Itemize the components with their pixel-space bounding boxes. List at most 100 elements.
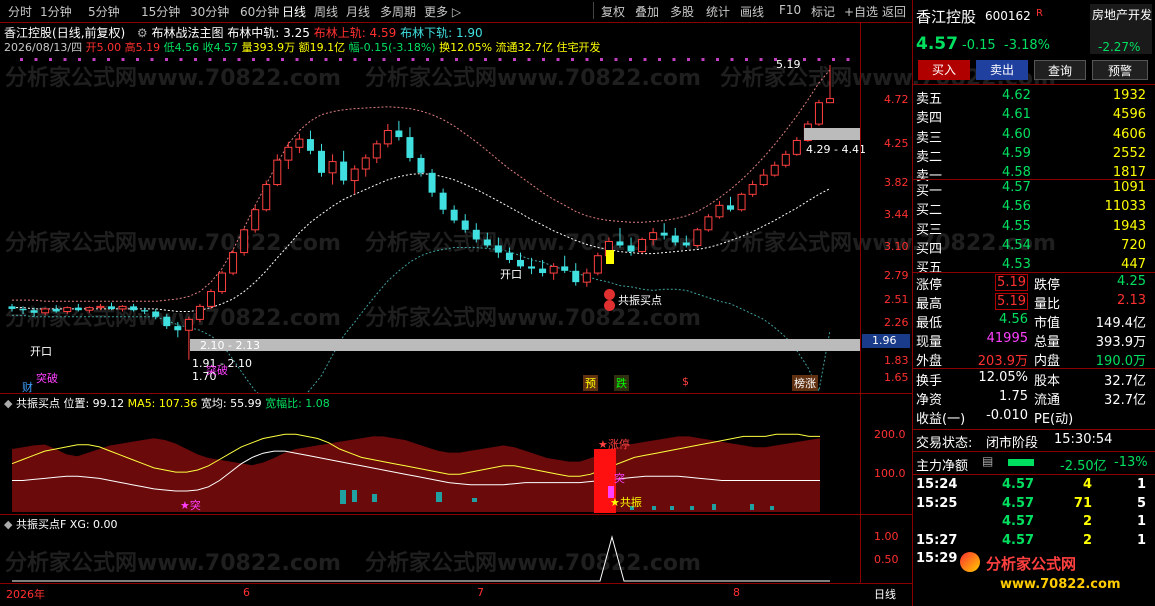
top-signal-dot bbox=[672, 58, 676, 61]
ask-row[interactable]: 卖四 4.61 4596 bbox=[916, 107, 1152, 126]
price-axis-label: 3.82 bbox=[884, 176, 909, 189]
candle-body bbox=[593, 255, 602, 274]
toolbar-button[interactable]: 返回 bbox=[882, 3, 906, 20]
sub2-chart[interactable] bbox=[0, 515, 860, 583]
candle-body bbox=[163, 316, 171, 327]
period-tab[interactable]: 30分钟 bbox=[190, 3, 229, 20]
range-top-label: 4.29 - 4.41 bbox=[806, 143, 866, 156]
bid-row[interactable]: 买三 4.55 1943 bbox=[916, 219, 1152, 238]
toolbar-button[interactable]: 多股 bbox=[670, 3, 694, 20]
tag-s: $ bbox=[682, 375, 689, 388]
stat-value: 5.19 bbox=[995, 274, 1028, 291]
tick-time: 15:24 bbox=[916, 477, 958, 492]
period-tab[interactable]: 分时 bbox=[8, 3, 32, 20]
period-tab[interactable]: 60分钟 bbox=[240, 3, 279, 20]
sell-button[interactable]: 卖出 bbox=[976, 60, 1028, 80]
candle-body bbox=[174, 326, 182, 331]
stat-value: 149.4亿 bbox=[1095, 316, 1146, 331]
stat-label: PE(动) bbox=[1034, 412, 1074, 427]
list-icon[interactable]: ▤ bbox=[982, 454, 993, 468]
toolbar-button[interactable]: +自选 bbox=[844, 3, 878, 20]
candle-body bbox=[240, 229, 249, 254]
top-signal-dot bbox=[832, 58, 835, 61]
ask-row[interactable]: 卖五 4.62 1932 bbox=[916, 88, 1152, 107]
period-tab[interactable]: 月线 bbox=[346, 3, 370, 20]
tick-count: 1 bbox=[1136, 514, 1146, 529]
width-bar bbox=[340, 490, 346, 504]
sector-name: 房地产开发 bbox=[1092, 8, 1153, 22]
ask-volume: 4596 bbox=[1112, 107, 1146, 123]
price-axis-label: 4.25 bbox=[884, 137, 909, 150]
period-tab[interactable]: 5分钟 bbox=[88, 3, 120, 20]
stat-value: 4.25 bbox=[1117, 274, 1146, 289]
quote-pct: -3.18% bbox=[1004, 38, 1050, 53]
top-signal-dot bbox=[556, 58, 560, 61]
candle-body bbox=[372, 143, 381, 159]
toolbar-button[interactable]: F10 bbox=[779, 3, 801, 17]
sub2-axis-label: 0.50 bbox=[874, 553, 899, 566]
kaikou-label: 开口 bbox=[500, 268, 522, 281]
tick-price: 4.57 bbox=[1002, 477, 1035, 492]
top-signal-dot bbox=[223, 58, 226, 61]
query-button[interactable]: 查询 bbox=[1034, 60, 1086, 80]
alert-button[interactable]: 预警 bbox=[1092, 60, 1148, 80]
candle-body bbox=[737, 193, 746, 211]
toolbar-button[interactable]: 标记 bbox=[811, 3, 835, 20]
candle-body bbox=[781, 153, 790, 166]
toolbar-button[interactable]: 复权 bbox=[601, 3, 625, 20]
top-signal-dot bbox=[455, 58, 458, 61]
price-axis-label: 3.44 bbox=[884, 208, 909, 221]
top-signal-dot bbox=[643, 58, 647, 61]
candle-body bbox=[638, 238, 647, 253]
candle-body bbox=[505, 252, 513, 260]
candle-body bbox=[494, 245, 502, 253]
toolbar-button[interactable]: 画线 bbox=[740, 3, 764, 20]
ask-volume: 4606 bbox=[1112, 126, 1146, 142]
candle-body bbox=[383, 129, 392, 145]
tag-yu: 预 bbox=[583, 375, 598, 391]
candle-body bbox=[704, 216, 713, 231]
period-tab[interactable]: 1分钟 bbox=[40, 3, 72, 20]
more-periods-button[interactable]: 更多 ▷ bbox=[424, 3, 461, 20]
quote-stock-code: 600162 bbox=[985, 9, 1031, 23]
bid-row[interactable]: 买四 4.54 720 bbox=[916, 237, 1152, 257]
width-area bbox=[12, 436, 820, 512]
width-bar bbox=[690, 506, 694, 510]
top-signal-dot bbox=[687, 58, 690, 61]
candle-body bbox=[549, 265, 558, 274]
stat-label: 净资 bbox=[916, 393, 943, 408]
tag-zhangting: 榜涨 bbox=[792, 375, 818, 391]
ask-row[interactable]: 卖三 4.60 4606 bbox=[916, 126, 1152, 146]
signal-dot-icon bbox=[604, 289, 615, 300]
stat-label: 总量 bbox=[1034, 335, 1061, 350]
quote-change: -0.15 bbox=[962, 38, 996, 53]
toolbar-button[interactable]: 叠加 bbox=[635, 3, 659, 20]
bid-row[interactable]: 买一 4.57 1091 bbox=[916, 180, 1152, 199]
bid-volume: 447 bbox=[1121, 257, 1146, 273]
candle-body bbox=[295, 138, 304, 148]
candle-body bbox=[660, 232, 668, 236]
tick-row: 15:24 4.57 4 1 bbox=[916, 477, 1152, 495]
period-tab[interactable]: 周线 bbox=[314, 3, 338, 20]
width-bar bbox=[750, 504, 754, 510]
candle-body bbox=[141, 310, 149, 312]
period-tab[interactable]: 15分钟 bbox=[141, 3, 180, 20]
top-signal-dot bbox=[339, 58, 342, 61]
logo-url: www.70822.com bbox=[1000, 577, 1121, 592]
trade-status: 闭市阶段 bbox=[986, 436, 1039, 451]
candle-body bbox=[461, 220, 469, 230]
period-tab-active[interactable]: 日线 bbox=[282, 3, 306, 20]
bid-row[interactable]: 买二 4.56 11033 bbox=[916, 199, 1152, 218]
ask-row[interactable]: 卖二 4.59 2552 bbox=[916, 146, 1152, 165]
candle-body bbox=[284, 146, 293, 161]
top-signal-dot bbox=[701, 58, 705, 61]
buy-button[interactable]: 买入 bbox=[918, 60, 970, 80]
sub1-chart[interactable] bbox=[0, 394, 860, 514]
time-axis-label: 2026年 bbox=[6, 588, 45, 601]
toolbar-button[interactable]: 统计 bbox=[706, 3, 730, 20]
divider bbox=[912, 368, 1155, 369]
bid-volume: 720 bbox=[1121, 237, 1146, 253]
period-tab[interactable]: 多周期 bbox=[380, 3, 416, 20]
candle-body bbox=[361, 157, 370, 170]
sub1-axis-label: 200.0 bbox=[874, 428, 906, 441]
